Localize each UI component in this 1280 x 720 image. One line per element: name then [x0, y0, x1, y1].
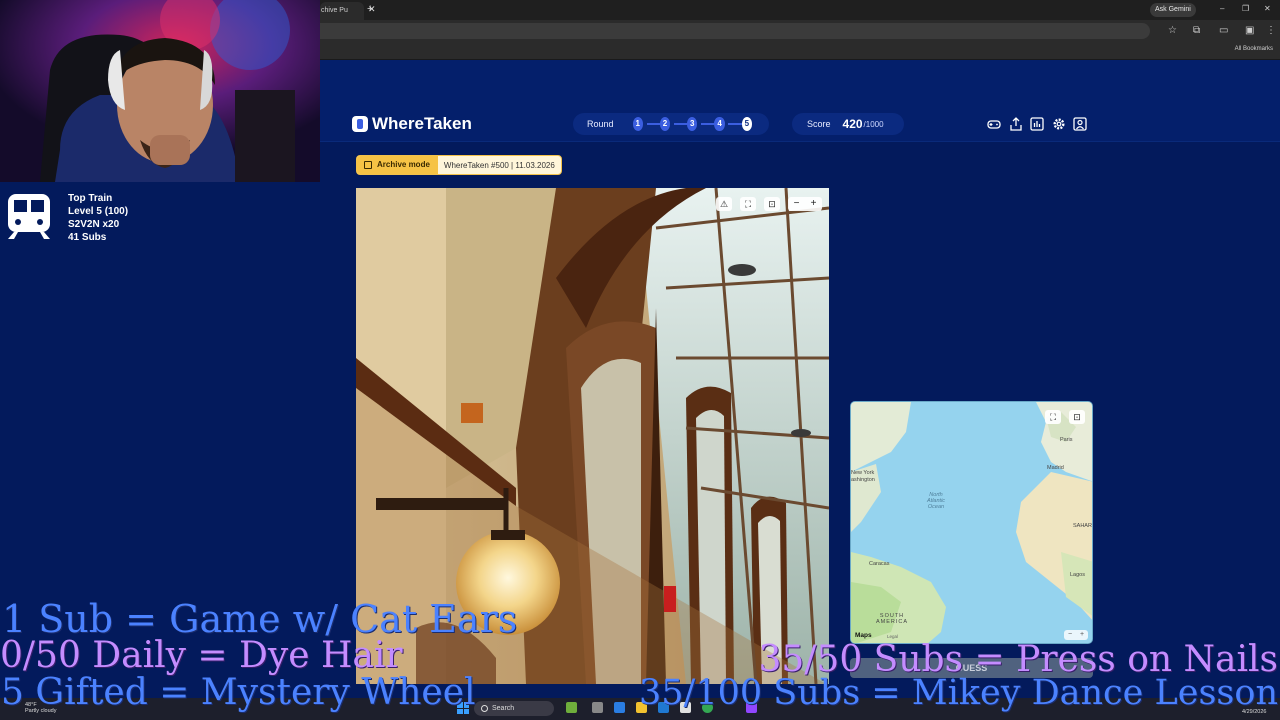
map-locate-icon[interactable]: ⊡ — [1069, 410, 1085, 424]
zoom-out-button[interactable]: − — [794, 197, 800, 211]
map-terrain — [851, 402, 1092, 643]
map-label-ocean: North Atlantic Ocean — [927, 492, 946, 510]
train-title: Top Train — [68, 193, 113, 204]
puzzle-info: WhereTaken #500 | 11.03.2026 — [443, 160, 555, 170]
train-icon — [8, 194, 50, 239]
map-label-newyork: New York — [851, 470, 875, 476]
guess-map[interactable]: New York ashington North Atlantic Ocean … — [850, 401, 1093, 644]
round-5-button[interactable]: 5 — [741, 117, 753, 131]
screen: chive Pu ✕ + Ask Gemini – ❐ ✕ ☆ ⧉ ▭ ▣ ⋮ … — [0, 0, 1280, 720]
tab-title: chive Pu — [321, 7, 348, 14]
profile-icon[interactable] — [1072, 117, 1088, 133]
wheretaken-page: WhereTaken Round 1 2 3 4 5 Score 420 /10… — [320, 60, 1280, 684]
recenter-icon[interactable]: ⊡ — [764, 197, 780, 211]
archive-mode-label: Archive mode — [377, 160, 430, 169]
bookmarks-bar: All Bookmarks — [320, 42, 1280, 60]
archive-mode-tag[interactable]: Archive mode — [357, 156, 438, 174]
all-bookmarks-link[interactable]: All Bookmarks — [1235, 46, 1273, 52]
round-label: Round — [587, 119, 614, 129]
map-label-south-america: SOUTH AMERICA — [876, 613, 909, 625]
browser-tab-bar: chive Pu ✕ + Ask Gemini – ❐ ✕ — [320, 0, 1280, 20]
calendar-icon — [364, 161, 372, 169]
train-subs: 41 Subs — [68, 232, 107, 243]
goal-mystery-wheel: 5 Gifted = Mystery Wheel — [1, 672, 476, 713]
fullscreen-icon[interactable]: ⛶ — [740, 197, 756, 211]
address-bar-row — [320, 20, 1280, 42]
taskbar-search[interactable]: Search — [474, 701, 554, 716]
ask-gemini-button[interactable]: Ask Gemini — [1150, 3, 1196, 17]
score-label: Score — [807, 119, 831, 129]
brand-name: WhereTaken — [372, 114, 472, 133]
gamepad-icon[interactable] — [986, 117, 1002, 133]
bookmark-star-icon[interactable]: ☆ — [1168, 25, 1177, 36]
round-3-button[interactable]: 3 — [687, 117, 720, 131]
webcam-feed — [0, 0, 320, 182]
map-label-washington: ashington — [851, 477, 875, 483]
train-level: Level 5 (100) — [68, 206, 129, 217]
round-4-button[interactable]: 4 — [714, 117, 747, 131]
score-value: 420 — [842, 117, 863, 131]
map-attribution-text: Maps — [855, 632, 872, 639]
settings-icon[interactable] — [1051, 117, 1067, 133]
goal-dye-hair: 0/50 Daily = Dye Hair — [0, 635, 403, 676]
new-tab-button[interactable]: + — [367, 3, 373, 15]
map-label-lagos: Lagos — [1070, 572, 1085, 578]
minimize-button[interactable]: – — [1220, 4, 1224, 13]
map-label-caracas: Caracas — [869, 561, 890, 567]
edge-icon[interactable] — [614, 702, 625, 713]
extensions-icon[interactable]: ⧉ — [1193, 25, 1200, 36]
site-header: WhereTaken Round 1 2 3 4 5 Score 420 /10… — [320, 60, 1280, 142]
maximize-button[interactable]: ❐ — [1242, 4, 1249, 13]
train-top-user: S2V2N x20 — [68, 219, 120, 230]
window-close-button[interactable]: ✕ — [1264, 4, 1271, 13]
more-menu-icon[interactable]: ⋮ — [1266, 25, 1276, 36]
stats-icon[interactable] — [1029, 117, 1045, 133]
share-icon[interactable] — [1008, 117, 1024, 133]
goal-dance-lesson: 35/100 Subs = Mikey Dance Lesson — [639, 673, 1278, 713]
round-1-button[interactable]: 1 — [632, 117, 665, 131]
logo[interactable]: WhereTaken — [352, 114, 472, 133]
profile-menu-icon[interactable]: ▣ — [1245, 25, 1254, 36]
taskbar-app-icon[interactable] — [566, 702, 577, 713]
header-actions — [986, 117, 1094, 133]
archive-banner: Archive mode WhereTaken #500 | 11.03.202… — [356, 155, 562, 175]
address-bar[interactable] — [320, 23, 1150, 39]
sidepanel-icon[interactable]: ▭ — [1219, 25, 1228, 36]
hype-train-widget: Top Train Level 5 (100) S2V2N x20 41 Sub… — [0, 186, 320, 246]
photo-toolbar: ⚠ ⛶ ⊡ − + — [716, 197, 822, 211]
score-indicator: Score 420 /1000 — [792, 113, 904, 135]
score-max: /1000 — [863, 119, 884, 129]
map-attribution: Maps — [855, 632, 872, 639]
train-stats: Top Train Level 5 (100) S2V2N x20 41 Sub… — [68, 192, 128, 244]
photo-zoom-control: − + — [788, 197, 822, 211]
map-label-madrid: Madrid — [1047, 465, 1064, 471]
browser-tab[interactable]: chive Pu — [320, 2, 364, 20]
round-indicator: Round 1 2 3 4 5 — [573, 113, 769, 135]
report-icon[interactable]: ⚠ — [716, 197, 732, 211]
map-label-sahara: SAHAR — [1073, 523, 1092, 529]
task-view-icon[interactable] — [592, 702, 603, 713]
map-fullscreen-icon[interactable]: ⛶ — [1045, 410, 1061, 424]
map-label-paris: Paris — [1060, 437, 1073, 443]
webcam-scene — [0, 0, 320, 182]
round-2-button[interactable]: 2 — [659, 117, 692, 131]
goal-cat-ears: 1 Sub = Game w/ Cat Ears — [2, 597, 518, 641]
logo-icon — [352, 116, 368, 132]
zoom-in-button[interactable]: + — [811, 197, 817, 211]
